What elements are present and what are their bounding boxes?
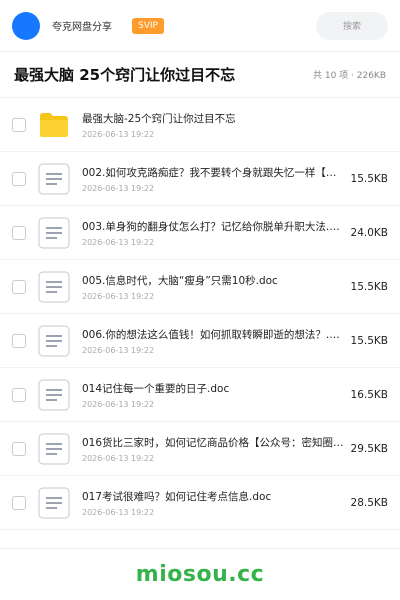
row-checkbox[interactable] (12, 171, 26, 186)
row-checkbox[interactable] (12, 117, 26, 132)
document-icon (38, 378, 70, 411)
list-item-folder[interactable]: 最强大脑-25个窍门让你过目不忘 2026-06-13 19:22 (0, 98, 400, 152)
file-size: 28.5KB (350, 496, 388, 509)
file-date: 2026-06-13 19:22 (82, 507, 155, 517)
footer: miosou.cc (0, 548, 400, 600)
file-size: 15.5KB (350, 172, 388, 185)
item-count-meta: 共 10 项 · 226KB (312, 71, 386, 81)
document-icon (38, 162, 70, 195)
avatar[interactable] (12, 11, 40, 40)
vip-badge: SVIP (132, 17, 164, 34)
list-item[interactable]: 003.单身狗的翻身仗怎么打？记忆给你脱单升职大法.doc 2026-06-13… (0, 206, 400, 260)
watermark-text: miosou.cc (135, 562, 265, 587)
file-size: 16.5KB (350, 388, 388, 401)
row-checkbox[interactable] (12, 387, 26, 402)
list-item[interactable]: 005.信息时代，大脑“瘦身”只需10秒.doc 2026-06-13 19:2… (0, 260, 400, 314)
document-icon (38, 486, 70, 519)
document-icon (38, 270, 70, 303)
file-name: 016货比三家时，如何记忆商品价格【公众号：密知圈】.doc (82, 436, 346, 449)
file-name: 006.你的想法这么值钱！如何抓取转瞬即逝的想法？.doc (82, 328, 346, 341)
document-icon (38, 324, 70, 357)
file-list: 最强大脑-25个窍门让你过目不忘 2026-06-13 19:22 002.如何… (0, 98, 400, 530)
row-checkbox[interactable] (12, 495, 26, 510)
list-item[interactable]: 006.你的想法这么值钱！如何抓取转瞬即逝的想法？.doc 2026-06-13… (0, 314, 400, 368)
file-date: 2026-06-13 19:22 (82, 237, 155, 247)
file-size: 15.5KB (350, 280, 388, 293)
file-name: 最强大脑-25个窍门让你过目不忘 (82, 112, 236, 125)
row-checkbox[interactable] (12, 225, 26, 240)
file-date: 2026-06-13 19:22 (82, 129, 155, 139)
share-header: 夸克网盘分享 SVIP 搜索 (0, 0, 400, 52)
list-item[interactable]: 002.如何攻克路痴症？我不要转个身就跟失忆一样【公众号：密知圈】.doc 20… (0, 152, 400, 206)
list-item[interactable]: 016货比三家时，如何记忆商品价格【公众号：密知圈】.doc 2026-06-1… (0, 422, 400, 476)
file-size: 24.0KB (350, 226, 388, 239)
list-item[interactable]: 014记住每一个重要的日子.doc 2026-06-13 19:22 16.5K… (0, 368, 400, 422)
list-item[interactable]: 017考试很难吗？如何记住考点信息.doc 2026-06-13 19:22 2… (0, 476, 400, 530)
file-date: 2026-06-13 19:22 (82, 399, 155, 409)
page-title: 最强大脑 25个窍门让你过目不忘 (14, 66, 236, 84)
search-button[interactable]: 搜索 (316, 11, 388, 40)
row-checkbox[interactable] (12, 279, 26, 294)
document-icon (38, 216, 70, 249)
share-owner-name: 夸克网盘分享 (52, 22, 112, 33)
file-date: 2026-06-13 19:22 (82, 183, 155, 193)
row-checkbox[interactable] (12, 441, 26, 456)
file-size: 29.5KB (350, 442, 388, 455)
file-name: 002.如何攻克路痴症？我不要转个身就跟失忆一样【公众号：密知圈】.doc (82, 166, 346, 179)
document-icon (38, 432, 70, 465)
file-size: 15.5KB (350, 334, 388, 347)
file-name: 017考试很难吗？如何记住考点信息.doc (82, 490, 272, 503)
file-name: 003.单身狗的翻身仗怎么打？记忆给你脱单升职大法.doc (82, 220, 346, 233)
file-name: 005.信息时代，大脑“瘦身”只需10秒.doc (82, 274, 278, 287)
file-date: 2026-06-13 19:22 (82, 453, 155, 463)
row-checkbox[interactable] (12, 333, 26, 348)
file-date: 2026-06-13 19:22 (82, 291, 155, 301)
title-bar: 最强大脑 25个窍门让你过目不忘 共 10 项 · 226KB (0, 52, 400, 98)
file-name: 014记住每一个重要的日子.doc (82, 382, 230, 395)
folder-icon (38, 109, 70, 141)
file-date: 2026-06-13 19:22 (82, 345, 155, 355)
